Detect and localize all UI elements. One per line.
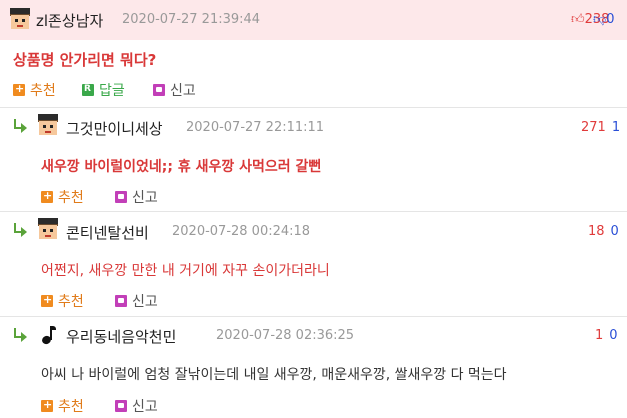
comment-text: 아씨 나 바이럴에 엄청 잘낚이는데 내일 새우깡, 매운새우깡, 쌀새우깡 다…: [41, 367, 507, 383]
comment-upvote-count[interactable]: 271: [581, 120, 606, 135]
recommend-icon: [13, 82, 25, 96]
reply-icon: [82, 84, 94, 96]
comment-author-nickname[interactable]: 콘티넨탈선비: [66, 222, 149, 243]
report-icon: [115, 295, 127, 307]
comment-datetime: 2020-07-27 22:11:11: [186, 120, 325, 135]
comment-datetime: 2020-07-28 00:24:18: [172, 224, 311, 239]
comment-vote-counts: 18 0: [588, 224, 619, 239]
comment-downvote-count[interactable]: 0: [611, 224, 619, 239]
comment-downvote-count[interactable]: 0: [609, 328, 617, 343]
report-button[interactable]: 신고: [153, 80, 196, 100]
comment-avatar-icon[interactable]: [36, 114, 60, 138]
report-icon: [115, 400, 127, 412]
comment-recommend-button[interactable]: 추천: [41, 291, 84, 311]
comment-text: 어쩐지, 새우깡 만한 내 거기에 자꾸 손이가더라니: [41, 263, 330, 279]
comment-upvote-count[interactable]: 1: [595, 328, 603, 343]
comment-recommend-button[interactable]: 추천: [41, 187, 84, 207]
comment-datetime: 2020-07-28 02:36:25: [216, 328, 355, 343]
comment-vote-counts: 10: [595, 328, 618, 343]
thumbs-up-icon: 👍︎: [571, 12, 585, 27]
report-icon: [153, 84, 165, 96]
user-avatar-icon[interactable]: [8, 8, 32, 32]
divider: [0, 211, 627, 212]
report-icon: [115, 191, 127, 203]
comment-recommend-button[interactable]: 추천: [41, 396, 84, 416]
divider: [0, 316, 627, 317]
comment-report-button[interactable]: 신고: [115, 187, 158, 207]
comment-upvote-count[interactable]: 18: [588, 224, 605, 239]
post-header: zl존상남자 2020-07-27 21:39:44 👍︎238 👎︎0: [0, 0, 627, 40]
comment-vote-counts: 271 1: [581, 120, 620, 135]
post-author-nickname[interactable]: zl존상남자: [36, 10, 103, 31]
post-datetime: 2020-07-27 21:39:44: [122, 12, 261, 27]
comment-report-button[interactable]: 신고: [115, 291, 158, 311]
recommend-button[interactable]: 추천: [13, 80, 56, 100]
recommend-icon: [41, 293, 53, 307]
reply-button[interactable]: 답글: [82, 80, 125, 100]
comment-author-nickname[interactable]: 우리동네음악천민: [66, 326, 176, 347]
comment-avatar-icon[interactable]: [36, 218, 60, 242]
comment-text: 새우깡 바이럴이었네;; 휴 새우깡 사먹으러 갈뻔: [41, 159, 322, 175]
reply-arrow-icon: [12, 119, 28, 133]
reply-arrow-icon: [12, 223, 28, 237]
recommend-icon: [41, 189, 53, 203]
reply-arrow-icon: [12, 328, 28, 342]
music-note-icon[interactable]: [40, 324, 58, 346]
thumbs-down-icon: 👎︎: [593, 12, 607, 27]
post-downvote-count[interactable]: 👎︎0: [593, 12, 614, 27]
comment-downvote-count[interactable]: 1: [612, 120, 620, 135]
comment-report-button[interactable]: 신고: [115, 396, 158, 416]
divider: [0, 107, 627, 108]
recommend-icon: [41, 398, 53, 412]
comment-author-nickname[interactable]: 그것만이니세상: [66, 118, 163, 139]
post-title: 상품명 안가리면 뭐다?: [13, 51, 157, 69]
